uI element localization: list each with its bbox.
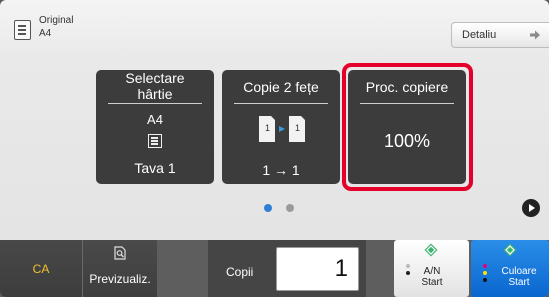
svg-text:1: 1: [295, 123, 300, 133]
page-dot-2[interactable]: [286, 204, 294, 212]
tile-divider: [108, 103, 202, 104]
color-start-button[interactable]: Culoare Start: [471, 240, 549, 297]
paper-tray: Tava 1: [134, 160, 176, 176]
preview-label: Previzualiz.: [89, 272, 151, 286]
duplex-copy-icon: 1 1: [259, 116, 305, 142]
preview-button[interactable]: Previzualiz.: [83, 240, 157, 297]
paper-size: A4: [147, 112, 163, 127]
bw-indicator: [406, 264, 411, 278]
bw-start-line2: Start: [421, 277, 443, 288]
tile-divider: [234, 103, 328, 104]
arrow-right-icon: [530, 30, 540, 40]
original-info[interactable]: Original A4: [14, 14, 73, 40]
copy-ratio-value: 100%: [383, 131, 431, 151]
color-indicator: [483, 264, 488, 285]
detail-button[interactable]: Detaliu: [451, 22, 549, 48]
next-page-icon[interactable]: [522, 199, 540, 217]
color-start-line1: Culoare: [501, 266, 537, 277]
original-size: A4: [39, 28, 52, 39]
start-diamond-icon: [503, 243, 517, 257]
ca-label: CA: [32, 261, 50, 276]
ca-button[interactable]: CA: [0, 240, 83, 297]
detail-button-label: Detaliu: [462, 29, 497, 41]
duplex-copy-tile[interactable]: Copie 2 fețe 1 1 1 → 1: [222, 70, 340, 184]
original-document-icon: [14, 20, 31, 40]
bw-start-line1: A/N: [423, 266, 441, 277]
duplex-mode: 1 → 1: [262, 162, 300, 178]
copy-screen: Original A4 Detaliu Selectare hârtie A4 …: [0, 0, 549, 297]
paper-select-tile[interactable]: Selectare hârtie A4 Tava 1: [96, 70, 214, 184]
bottom-bar: CA Previzualiz. Copii 1 A/N Start Culoar…: [0, 240, 549, 297]
bw-start-button[interactable]: A/N Start: [394, 240, 469, 297]
original-label: Original: [39, 15, 74, 26]
copies-input[interactable]: 1: [276, 247, 359, 291]
preview-magnifier-icon: [114, 246, 126, 260]
copies-panel: Copii 1: [208, 240, 366, 297]
paper-select-title: Selectare hârtie: [125, 70, 185, 102]
svg-text:1: 1: [265, 123, 270, 133]
copy-ratio-title: Proc. copiere: [365, 79, 449, 95]
copy-ratio-tile[interactable]: Proc. copiere 100%: [348, 70, 466, 184]
paper-tray-icon: [148, 134, 162, 148]
start-diamond-icon: [424, 243, 438, 257]
page-dot-1[interactable]: [264, 204, 272, 212]
duplex-copy-title: Copie 2 fețe: [243, 79, 319, 95]
color-start-line2: Start: [508, 277, 530, 288]
tile-divider: [360, 103, 454, 104]
copies-label: Copii: [226, 265, 254, 279]
